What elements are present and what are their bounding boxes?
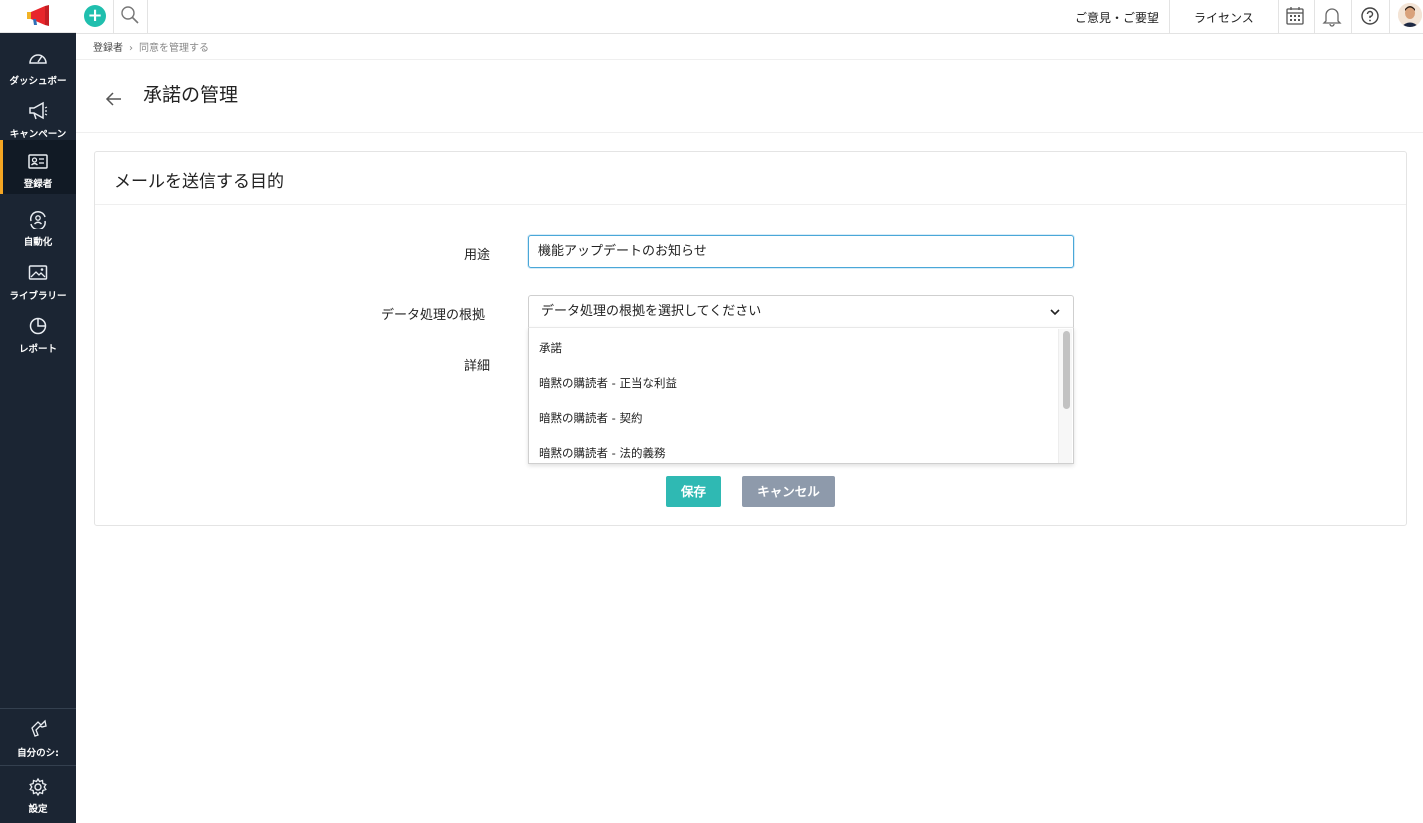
save-button[interactable]: 保存 [666, 476, 721, 507]
purpose-input[interactable]: 機能アップデートのお知らせ [528, 235, 1074, 268]
divider [1351, 0, 1352, 34]
divider [95, 204, 1406, 205]
sidebar: ダッシュボー キャンペーン 登録者 自動化 ライブラリー レポート 自分のシ: … [0, 0, 76, 823]
sidebar-item-label: 自分のシ: [17, 748, 59, 759]
sidebar-item-label: ダッシュボー [9, 76, 67, 87]
scrollbar-thumb[interactable] [1063, 331, 1070, 409]
contact-card-icon [28, 154, 48, 169]
sidebar-divider [0, 708, 76, 709]
sidebar-item-reports[interactable]: レポート [0, 310, 76, 364]
divider [1314, 0, 1315, 34]
breadcrumb: 登録者 › 同意を管理する [93, 39, 209, 54]
breadcrumb-current: 同意を管理する [139, 43, 209, 54]
breadcrumb-separator-icon: › [129, 43, 133, 54]
dropdown-option[interactable]: 暗黙の購読者 - 正当な利益 [539, 375, 677, 391]
sidebar-item-label: レポート [18, 344, 57, 355]
sidebar-item-label: 自動化 [23, 237, 53, 248]
sidebar-item-dashboard[interactable]: ダッシュボー [0, 42, 76, 96]
details-label: 詳細 [464, 359, 491, 374]
image-library-icon [28, 265, 48, 280]
sidebar-item-label: 登録者 [23, 179, 53, 190]
dashboard-icon [29, 54, 47, 64]
basis-dropdown-list: 承諾 暗黙の購読者 - 正当な利益 暗黙の購読者 - 契約 暗黙の購読者 - 法… [528, 327, 1074, 464]
divider [1278, 0, 1279, 34]
basis-label: データ処理の根拠 [381, 308, 486, 323]
divider [76, 132, 1423, 133]
sidebar-divider [0, 765, 76, 766]
sidebar-item-label: キャンペーン [9, 129, 67, 140]
card-title: メールを送信する目的 [114, 172, 284, 192]
page-title: 承諾の管理 [143, 84, 239, 106]
gear-icon [29, 777, 47, 797]
divider [1389, 0, 1390, 34]
add-icon[interactable]: + [84, 5, 106, 27]
basis-select-value: データ処理の根拠を選択してください [541, 304, 762, 319]
share-icon [31, 719, 47, 737]
feedback-link[interactable]: ご意見・ご要望 [1075, 9, 1159, 26]
search-icon[interactable] [120, 5, 140, 25]
pie-chart-icon [29, 317, 47, 335]
breadcrumb-parent[interactable]: 登録者 [93, 43, 123, 54]
divider [113, 0, 114, 34]
megaphone-icon [29, 101, 48, 120]
help-icon[interactable] [1359, 5, 1381, 27]
avatar[interactable] [1398, 3, 1422, 27]
dropdown-option[interactable]: 暗黙の購読者 - 契約 [539, 410, 642, 426]
user-avatar-icon [1398, 3, 1422, 27]
sidebar-item-library[interactable]: ライブラリー [0, 257, 76, 311]
top-bar: + ご意見・ご要望 ライセンス [76, 0, 1423, 34]
sidebar-item-label: 設定 [28, 804, 48, 815]
license-link[interactable]: ライセンス [1194, 9, 1254, 26]
dropdown-option[interactable]: 承諾 [539, 340, 562, 356]
sidebar-item-settings[interactable]: 設定 [0, 773, 76, 823]
sidebar-item-automation[interactable]: 自動化 [0, 203, 76, 257]
divider [76, 59, 1423, 60]
bell-icon[interactable] [1322, 5, 1342, 27]
divider [147, 0, 148, 34]
sidebar-item-share[interactable]: 自分のシ: [0, 714, 76, 768]
cancel-button[interactable]: キャンセル [742, 476, 835, 507]
calendar-icon[interactable] [1285, 5, 1305, 27]
purpose-label: 用途 [464, 248, 491, 263]
dropdown-scrollbar[interactable] [1058, 329, 1072, 463]
megaphone-logo-icon [27, 5, 49, 26]
chevron-down-icon [1050, 309, 1060, 316]
app-logo[interactable] [0, 0, 76, 33]
divider [1169, 0, 1170, 34]
sidebar-item-label: ライブラリー [9, 291, 67, 302]
automation-icon [29, 211, 46, 229]
dropdown-option[interactable]: 暗黙の購読者 - 法的義務 [539, 445, 665, 461]
basis-select[interactable]: データ処理の根拠を選択してください [528, 295, 1074, 328]
back-arrow-icon[interactable] [105, 90, 123, 108]
sidebar-item-subscribers[interactable]: 登録者 [0, 140, 76, 194]
